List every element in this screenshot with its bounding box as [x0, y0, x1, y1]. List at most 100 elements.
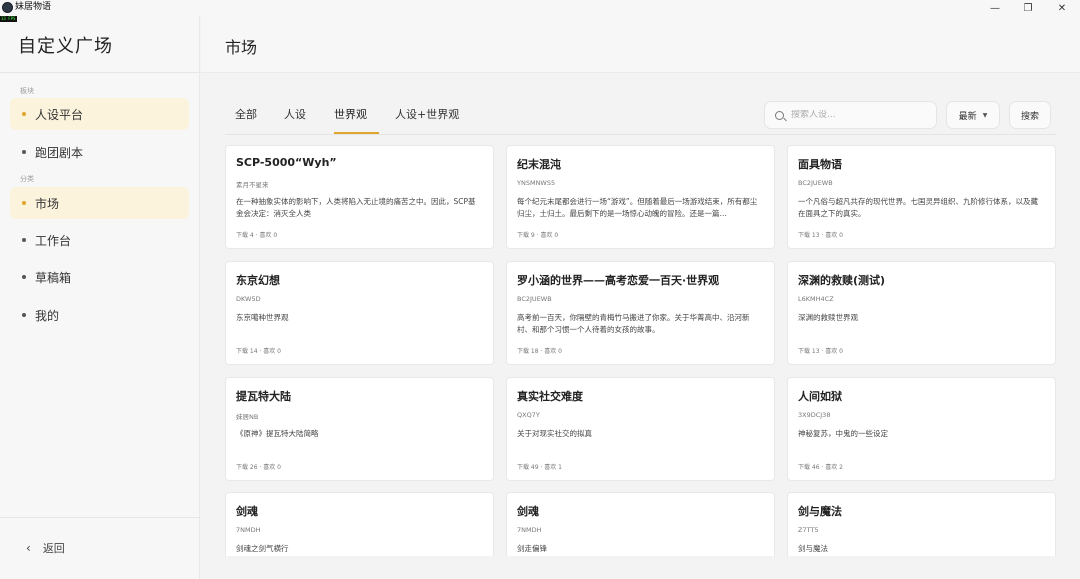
card-stats: 下载 18 · 喜欢 0 — [517, 348, 562, 355]
search-box[interactable] — [764, 101, 937, 129]
card-title: 深渊的救赎(测试) — [798, 274, 886, 287]
bullet-icon — [22, 313, 26, 317]
bullet-icon — [22, 275, 26, 279]
sort-dropdown[interactable]: 最新 ▼ — [946, 101, 1000, 129]
card-title: 纪末混沌 — [517, 158, 561, 171]
sidebar-title: 自定义广场 — [18, 36, 113, 57]
back-label: 返回 — [42, 542, 65, 555]
card-title: 东京幻想 — [236, 274, 280, 287]
bullet-icon — [22, 150, 26, 154]
sidebar-item-label: 工作台 — [35, 233, 72, 248]
card-title: 面具物语 — [798, 158, 842, 171]
worldview-card[interactable]: 剑魂 7NMDH 剑魂之剑气横行 — [225, 492, 494, 556]
card-stats: 下载 4 · 喜欢 0 — [236, 232, 278, 239]
worldview-card[interactable]: 剑魂 7NMDH 剑走偏锋 — [506, 492, 775, 556]
worldview-card[interactable]: 罗小涵的世界——高考恋爱一百天·世界观 BC2JUEWB 高考前一百天，你隔壁的… — [506, 261, 775, 365]
divider — [0, 517, 200, 518]
sidebar-item-label: 人设平台 — [35, 107, 84, 122]
tab-worldview[interactable]: 世界观 — [334, 100, 379, 134]
tabs-divider — [225, 134, 1056, 135]
sidebar-item-drafts[interactable]: 草稿箱 — [10, 261, 189, 293]
card-description: 一个凡俗与超凡共存的现代世界。七国灵异组织、九阶修行体系，以及藏在面具之下的真实… — [798, 197, 1038, 218]
card-description: 在一种抽象实体的影响下，人类将陷入无止境的痛苦之中。因此，SCP基金会决定：消灭… — [236, 197, 476, 218]
card-author: L6KMH4CZ — [798, 295, 834, 303]
worldview-card[interactable]: 人间如狱 3X9DCJ38 神秘复苏，中鬼的一些设定 下载 46 · 喜欢 2 — [787, 377, 1056, 481]
card-description: 剑与魔法 — [798, 544, 828, 553]
card-stats: 下载 13 · 喜欢 0 — [798, 348, 843, 355]
caret-down-icon: ▼ — [982, 111, 988, 119]
card-author: 妹居NB — [236, 413, 259, 421]
card-description: 关于对现实社交的拟真 — [517, 429, 592, 438]
card-stats: 下载 14 · 喜欢 0 — [236, 348, 281, 355]
worldview-card[interactable]: 真实社交难度 QXQ7Y 关于对现实社交的拟真 下载 49 · 喜欢 1 — [506, 377, 775, 481]
app-title: 妹居物语 — [15, 2, 52, 12]
sidebar-item-label: 草稿箱 — [35, 270, 72, 285]
sidebar-item-persona-platform[interactable]: 人设平台 — [10, 98, 189, 130]
page-bottom-padding — [201, 556, 1080, 579]
section-label-board: 板块 — [20, 87, 34, 95]
card-author: YNSMNWS5 — [517, 179, 556, 187]
worldview-card[interactable]: 剑与魔法 Z7TT5 剑与魔法 — [787, 492, 1056, 556]
card-description: 每个纪元末尾都会进行一场“游戏”。但随着最后一场游戏结束，所有都尘归尘，土归土。… — [517, 197, 758, 218]
card-stats: 下载 49 · 喜欢 1 — [517, 464, 562, 471]
card-title: 罗小涵的世界——高考恋爱一百天·世界观 — [517, 274, 720, 287]
worldview-card[interactable]: SCP-5000“Wyh” 素月不星来 在一种抽象实体的影响下，人类将陷入无止境… — [225, 145, 494, 249]
worldview-card[interactable]: 纪末混沌 YNSMNWS5 每个纪元末尾都会进行一场“游戏”。但随着最后一场游戏… — [506, 145, 775, 249]
worldview-card[interactable]: 深渊的救赎(测试) L6KMH4CZ 深渊的救赎世界观 下载 13 · 喜欢 0 — [787, 261, 1056, 365]
card-stats: 下载 9 · 喜欢 0 — [517, 232, 559, 239]
search-icon — [775, 110, 784, 120]
card-stats: 下载 13 · 喜欢 0 — [798, 232, 843, 239]
main-header: 市场 — [201, 16, 1080, 73]
card-stats: 下载 26 · 喜欢 0 — [236, 464, 281, 471]
sidebar-item-trpg-scripts[interactable]: 跑团剧本 — [10, 136, 189, 168]
sidebar-item-mine[interactable]: 我的 — [10, 299, 189, 331]
back-button[interactable]: ‹ 返回 — [26, 540, 65, 556]
tab-all[interactable]: 全部 — [235, 100, 257, 134]
minimize-button[interactable]: — — [980, 0, 1010, 16]
tab-persona-worldview[interactable]: 人设+世界观 — [395, 100, 459, 134]
title-bar: 妹居物语 — ❐ ✕ — [0, 0, 1080, 16]
card-author: 素月不星来 — [236, 181, 269, 189]
sort-selected-value: 最新 — [958, 111, 977, 122]
chevron-left-icon: ‹ — [26, 541, 31, 555]
card-title: 真实社交难度 — [517, 390, 583, 403]
sidebar-item-label: 我的 — [35, 308, 60, 323]
card-title: 剑魂 — [517, 505, 539, 518]
sidebar-item-label: 市场 — [35, 196, 60, 211]
card-author: BC2JUEWB — [798, 179, 833, 187]
card-description: 剑魂之剑气横行 — [236, 544, 289, 553]
card-title: 剑与魔法 — [798, 505, 842, 518]
card-description: 神秘复苏，中鬼的一些设定 — [798, 429, 888, 438]
card-author: 7NMDH — [517, 526, 542, 534]
card-author: Z7TT5 — [798, 526, 819, 534]
maximize-button[interactable]: ❐ — [1013, 0, 1043, 16]
card-title: 人间如狱 — [798, 390, 842, 403]
bullet-icon — [22, 201, 26, 205]
worldview-card[interactable]: 面具物语 BC2JUEWB 一个凡俗与超凡共存的现代世界。七国灵异组织、九阶修行… — [787, 145, 1056, 249]
sidebar-item-market[interactable]: 市场 — [10, 187, 189, 219]
app-logo-icon — [2, 2, 13, 13]
worldview-card[interactable]: 提瓦特大陆 妹居NB 《原神》提瓦特大陆简略 下载 26 · 喜欢 0 — [225, 377, 494, 481]
worldview-card[interactable]: 东京幻想 DKW5D 东京噶种世界观 下载 14 · 喜欢 0 — [225, 261, 494, 365]
sidebar: 自定义广场 板块 人设平台 跑团剧本 分类 市场 工作台 草稿箱 我的 ‹ 返回 — [0, 16, 200, 579]
bullet-icon — [22, 238, 26, 242]
section-label-category: 分类 — [20, 175, 34, 183]
card-title: SCP-5000“Wyh” — [236, 156, 337, 169]
card-author: 7NMDH — [236, 526, 261, 534]
close-button[interactable]: ✕ — [1047, 0, 1077, 16]
search-button[interactable]: 搜索 — [1009, 101, 1051, 129]
card-description: 高考前一百天，你隔壁的青梅竹马搬进了你家。关于华菁高中、沿河新村、和那个习惯一个… — [517, 313, 750, 334]
fps-counter: 13 FPS — [0, 16, 17, 22]
card-description: 东京噶种世界观 — [236, 313, 289, 322]
sidebar-item-workbench[interactable]: 工作台 — [10, 224, 189, 256]
card-description: 深渊的救赎世界观 — [798, 313, 858, 322]
page-title: 市场 — [225, 38, 258, 57]
card-description: 剑走偏锋 — [517, 544, 547, 553]
divider — [0, 72, 200, 73]
tab-persona[interactable]: 人设 — [284, 100, 306, 134]
bullet-icon — [22, 112, 26, 116]
card-stats: 下载 46 · 喜欢 2 — [798, 464, 843, 471]
card-author: QXQ7Y — [517, 411, 540, 419]
card-author: 3X9DCJ38 — [798, 411, 831, 419]
search-input[interactable] — [791, 110, 921, 120]
